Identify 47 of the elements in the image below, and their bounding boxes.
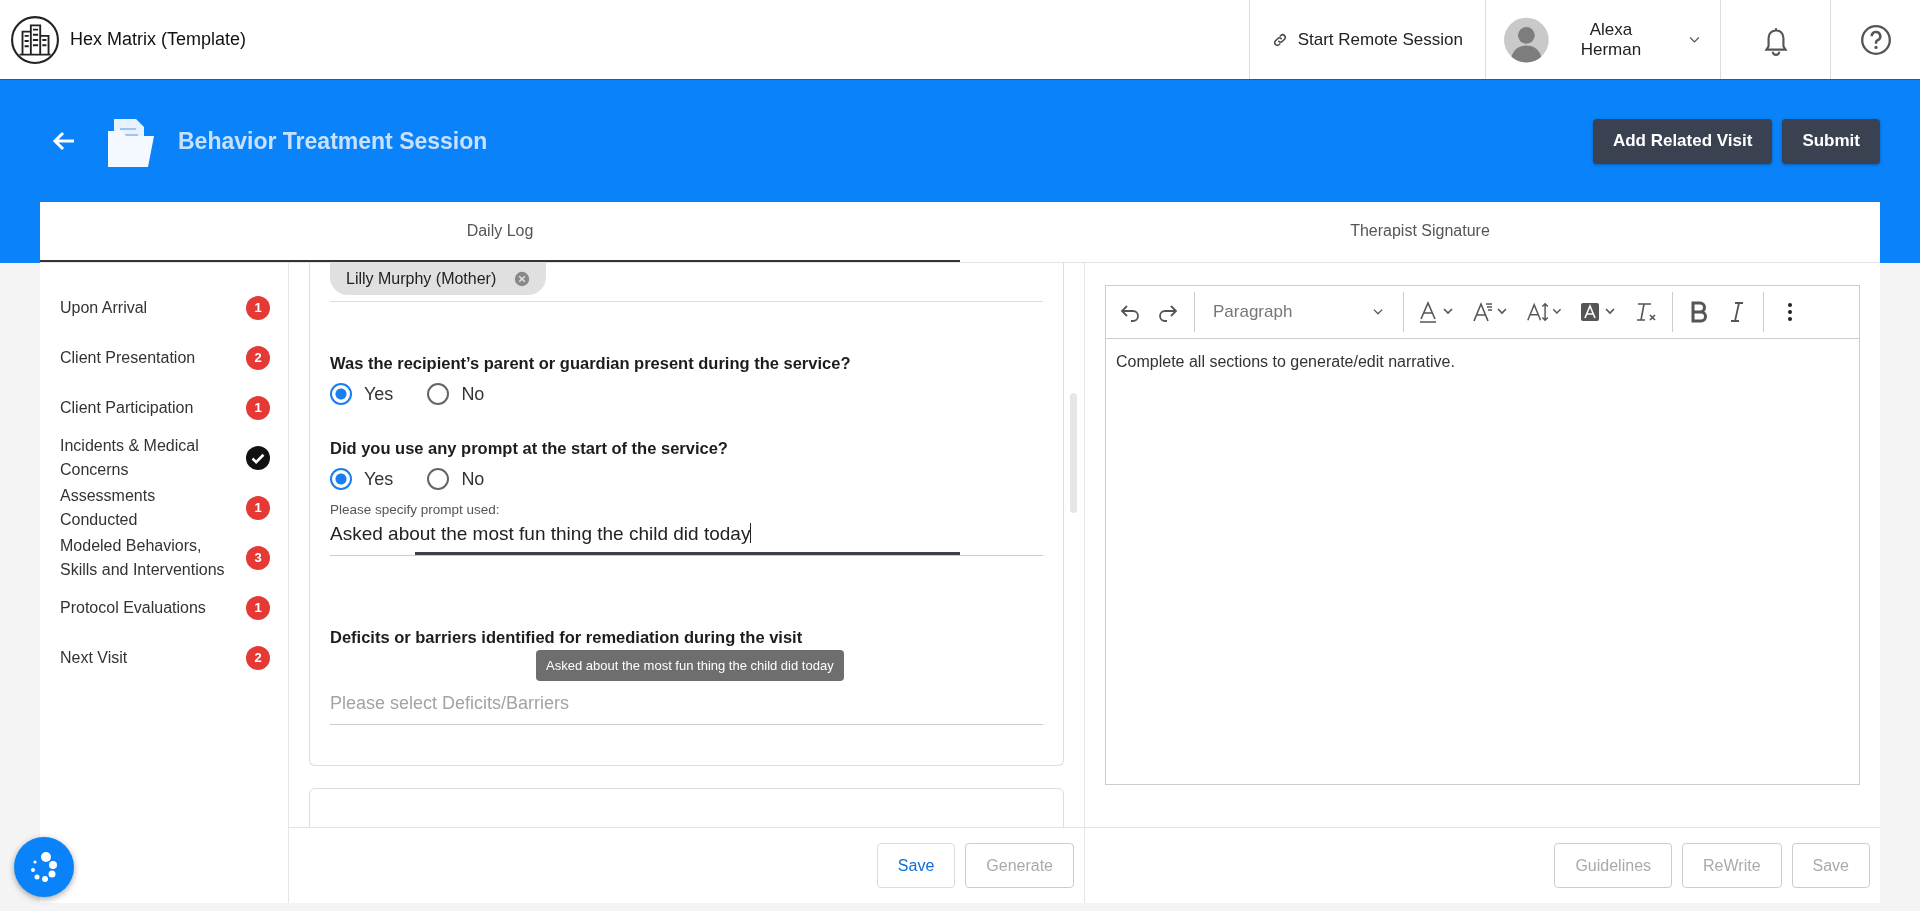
section-nav-item[interactable]: Incidents & Medical Concerns [60,433,288,483]
radio-option[interactable]: Yes [330,468,394,490]
editor[interactable]: Paragraph Complete all sections to generate/edit narrative. [1105,285,1860,785]
radio-button[interactable] [330,383,352,405]
radio-button[interactable] [330,468,352,490]
question-label: Did you use any prompt at the start of the service? [330,439,729,458]
section-nav-item[interactable]: Client Participation 1 [60,383,288,433]
page-title: Behavior Treatment Session [178,127,489,155]
section-nav-item[interactable]: Next Visit 2 [60,633,288,683]
editor-text: Complete all sections to generate/edit narrative. [1116,353,1456,371]
remove-icon [514,271,531,287]
header-button[interactable]: Add Related Visit [1592,118,1773,164]
section-nav-item[interactable]: Protocol Evaluations 1 [60,583,288,633]
radio-option[interactable]: No [427,468,485,490]
count-badge: 1 [246,396,270,420]
avatar-icon [1504,15,1549,64]
radio-button[interactable] [427,468,450,490]
field-label: Please specify prompt used: [330,502,501,517]
check-icon [246,446,270,470]
question-label: Deficits or barriers identified for remediation during the visit [330,628,804,647]
count-badge: 1 [246,496,270,520]
block-format-dropdown[interactable]: Paragraph [1209,302,1389,322]
question-label: Was the recipient’s parent or guardian present during the service? [330,354,852,373]
user-menu-button[interactable]: Alexa Herman [1485,0,1720,79]
section-nav-item[interactable]: Assessments Conducted 1 [60,483,288,533]
app-title: Hex Matrix (Template) [70,29,247,50]
radio-button[interactable] [427,383,450,405]
section-nav-item[interactable]: Client Presentation 2 [60,333,288,383]
clear-format-icon[interactable] [1634,300,1658,324]
remote-session-button[interactable]: Start Remote Session [1248,0,1485,79]
count-badge: 2 [246,346,270,370]
radio-option[interactable]: Yes [330,383,394,405]
help-icon [1858,22,1893,57]
header-button[interactable]: Submit [1782,118,1880,164]
count-badge: 1 [246,296,270,320]
link-icon [1271,31,1288,48]
section-nav-item[interactable]: Modeled Behaviors, Skills and Interventions 3 [60,533,288,583]
count-badge: 3 [246,546,270,570]
count-badge: 1 [246,596,270,620]
tooltip: Asked about the most fun thing the child did today [536,650,844,681]
building-logo-icon [10,14,60,65]
radio-option[interactable]: No [427,383,485,405]
form-button[interactable]: Save [876,843,956,888]
section-nav-item[interactable]: Upon Arrival 1 [60,283,288,333]
person-chip[interactable]: Lilly Murphy (Mother) [330,263,547,295]
tab[interactable]: Therapist Signature [960,202,1880,262]
count-badge: 2 [246,646,270,670]
